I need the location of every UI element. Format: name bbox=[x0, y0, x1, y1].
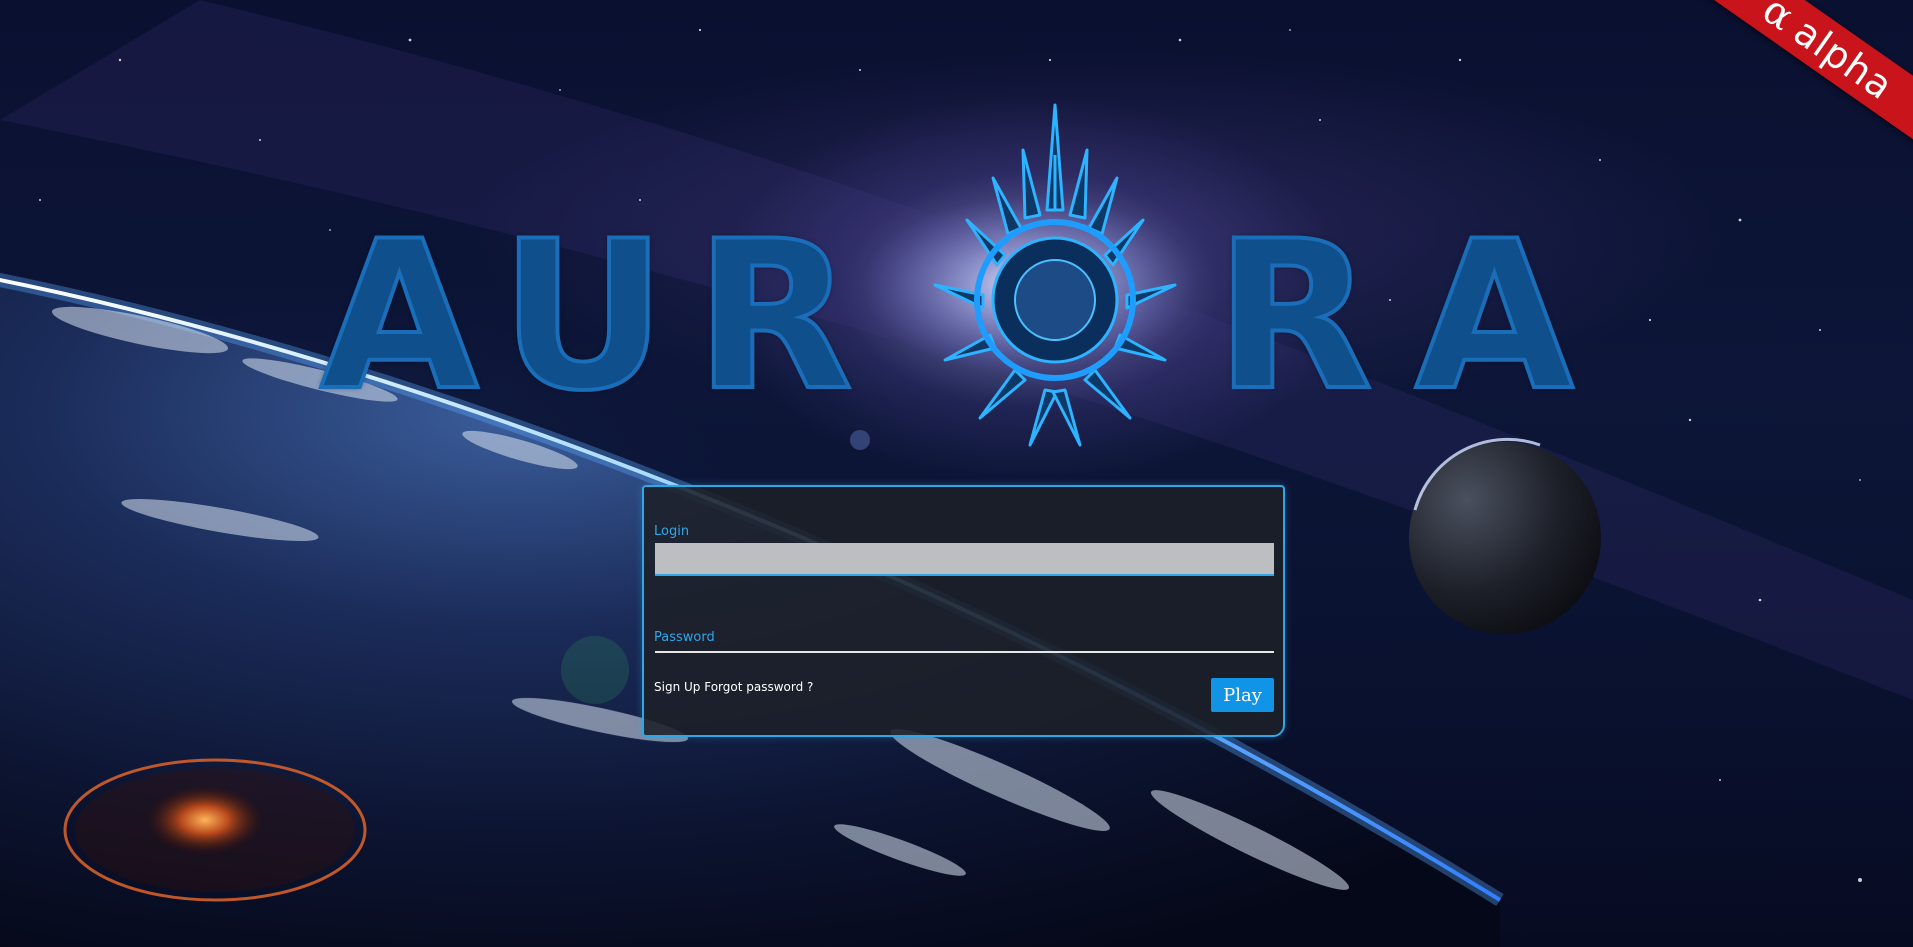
login-input[interactable] bbox=[655, 543, 1274, 576]
forgot-password-link[interactable]: Forgot password ? bbox=[704, 680, 813, 694]
password-input[interactable] bbox=[655, 625, 1274, 653]
login-panel: Login Password Sign Up Forgot password ?… bbox=[642, 485, 1285, 737]
login-screen: α alpha A U R R A Login Password Sign Up… bbox=[0, 0, 1913, 947]
account-links: Sign Up Forgot password ? bbox=[654, 680, 813, 694]
aurora-logo: A U R R A bbox=[318, 100, 1610, 460]
logo-letter-u: U bbox=[498, 198, 668, 436]
login-label: Login bbox=[654, 524, 690, 539]
sun-emblem-icon bbox=[933, 103, 1177, 447]
logo-letter-r2: R bbox=[1213, 198, 1375, 436]
play-button[interactable]: Play bbox=[1211, 678, 1274, 712]
signup-link[interactable]: Sign Up bbox=[654, 680, 700, 694]
logo-letter-r1: R bbox=[693, 198, 855, 436]
logo-letter-a1: A bbox=[318, 198, 481, 436]
logo-letter-a2: A bbox=[1413, 198, 1576, 436]
